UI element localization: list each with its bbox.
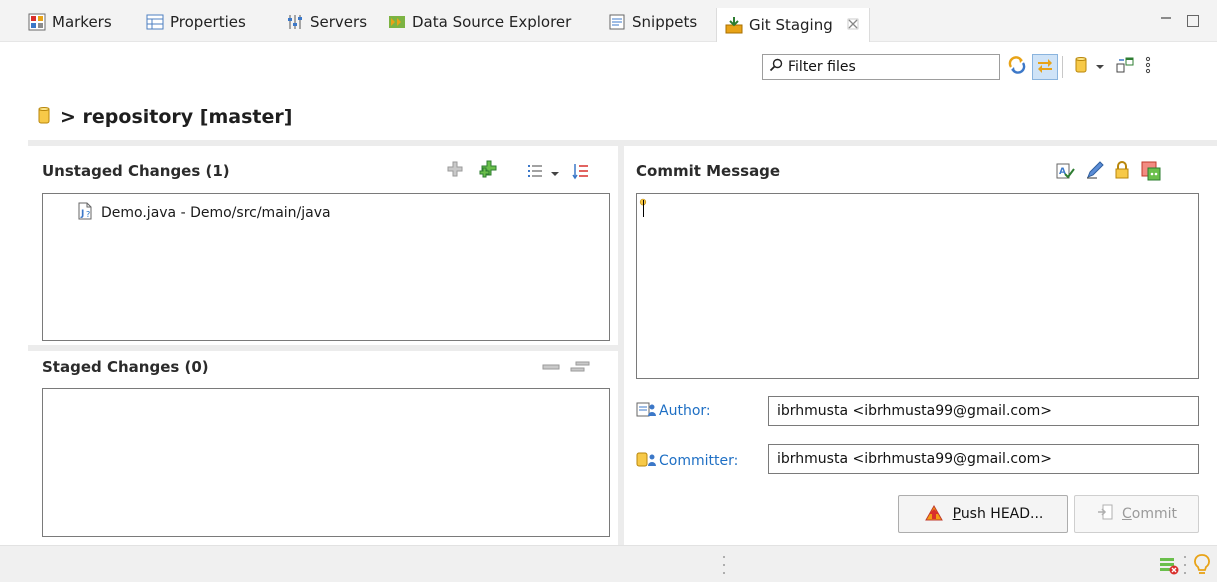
- link-editor-icon: [1035, 55, 1055, 79]
- repository-heading: > repository [master]: [38, 102, 292, 132]
- section-divider: [28, 345, 624, 351]
- spell-check-button[interactable]: A: [1055, 160, 1075, 182]
- add-all-icon: [478, 160, 500, 184]
- sign-commit-button[interactable]: [1114, 160, 1132, 182]
- more-vertical-icon: [1144, 55, 1152, 79]
- markers-icon: [28, 13, 46, 31]
- status-separator: [722, 554, 726, 576]
- svg-text:A: A: [1059, 167, 1066, 177]
- staged-files-list[interactable]: [42, 388, 610, 537]
- refresh-button[interactable]: [1004, 54, 1030, 80]
- stage-all-button[interactable]: [478, 160, 500, 182]
- chevron-down-icon: [1095, 59, 1105, 75]
- tab-markers[interactable]: Markers: [28, 10, 112, 34]
- lock-icon: [1114, 161, 1130, 184]
- svg-text:J: J: [80, 209, 84, 219]
- servers-icon: [286, 13, 304, 31]
- add-signed-off-button[interactable]: [1085, 160, 1105, 182]
- chevron-down-icon: [550, 166, 560, 182]
- remove-all-icon: [570, 361, 590, 378]
- minimize-icon[interactable]: [1159, 14, 1173, 28]
- push-icon: [923, 502, 945, 526]
- tab-properties[interactable]: Properties: [146, 10, 246, 34]
- data-source-icon: [388, 13, 406, 31]
- java-file-icon: J?: [77, 202, 93, 224]
- author-value: ibrhmusta <ibrhmusta99@gmail.com>: [777, 403, 1053, 419]
- commit-message-input[interactable]: [636, 193, 1199, 379]
- change-id-icon: [1140, 161, 1162, 186]
- filter-files-input[interactable]: Filter files: [762, 54, 1000, 80]
- unstage-selected-button[interactable]: [542, 360, 562, 376]
- stage-selected-button[interactable]: [446, 160, 466, 182]
- commit-label: Commit: [1121, 506, 1177, 522]
- tab-label: Properties: [170, 13, 246, 31]
- tab-label: Snippets: [632, 13, 698, 31]
- repository-dropdown[interactable]: [1092, 54, 1108, 80]
- layout-toggle-button[interactable]: [1112, 54, 1138, 80]
- svg-text:?: ?: [86, 210, 90, 219]
- tab-label: Git Staging: [749, 16, 833, 34]
- unstage-all-button[interactable]: [570, 360, 592, 376]
- repository-icon: [38, 105, 50, 130]
- staged-changes-title: Staged Changes (0): [42, 358, 209, 376]
- commit-button[interactable]: Commit: [1074, 495, 1199, 533]
- tab-servers[interactable]: Servers: [286, 10, 367, 34]
- author-field[interactable]: ibrhmusta <ibrhmusta99@gmail.com>: [768, 396, 1199, 426]
- committer-value: ibrhmusta <ibrhmusta99@gmail.com>: [777, 451, 1053, 467]
- push-label: Push HEAD...: [952, 506, 1044, 522]
- sync-icon: [1007, 55, 1027, 79]
- lightbulb-icon[interactable]: [1193, 553, 1211, 577]
- repository-label: > repository [master]: [60, 106, 293, 128]
- commit-icon: [1096, 503, 1114, 525]
- status-bar: [0, 545, 1217, 582]
- sort-button[interactable]: [572, 162, 592, 182]
- push-head-button[interactable]: Push HEAD...: [898, 495, 1068, 533]
- committer-icon: [636, 450, 656, 472]
- layout-icon: [1115, 55, 1135, 79]
- close-icon[interactable]: [847, 16, 859, 34]
- snippets-icon: [608, 13, 626, 31]
- tab-label: Servers: [310, 13, 368, 31]
- sort-icon: [572, 164, 590, 184]
- committer-label: Committer:: [636, 450, 738, 472]
- committer-field[interactable]: ibrhmusta <ibrhmusta99@gmail.com>: [768, 444, 1199, 474]
- file-label: Demo.java - Demo/src/main/java: [101, 205, 331, 221]
- repository-icon: [1073, 55, 1089, 79]
- git-staging-icon: [725, 16, 743, 34]
- tab-label: Markers: [52, 13, 112, 31]
- filter-placeholder: Filter files: [788, 59, 856, 75]
- unstaged-files-list[interactable]: J? Demo.java - Demo/src/main/java: [42, 193, 610, 341]
- author-label: Author:: [636, 400, 711, 422]
- tab-data-source-explorer[interactable]: Data Source Explorer: [388, 10, 571, 34]
- maximize-icon[interactable]: [1186, 14, 1200, 28]
- add-change-id-button[interactable]: [1140, 160, 1162, 182]
- author-icon: [636, 400, 656, 422]
- toolbar-separator: [1062, 56, 1063, 78]
- view-menu-button[interactable]: [1140, 54, 1156, 80]
- search-icon: [769, 58, 783, 76]
- tab-label: Data Source Explorer: [412, 13, 572, 31]
- presentation-button[interactable]: [526, 162, 546, 182]
- view-tab-strip: Markers Properties Servers Data Source E…: [0, 0, 1217, 42]
- text-cursor: [643, 200, 644, 217]
- link-with-selection-button[interactable]: [1032, 54, 1058, 80]
- list-icon: [526, 165, 544, 184]
- pencil-icon: [1085, 161, 1105, 184]
- repository-menu-button[interactable]: [1068, 54, 1094, 80]
- error-log-icon[interactable]: [1158, 554, 1180, 576]
- list-item[interactable]: J? Demo.java - Demo/src/main/java: [77, 202, 331, 224]
- presentation-dropdown[interactable]: [550, 166, 562, 178]
- vertical-sash[interactable]: [618, 146, 624, 545]
- status-separator: [1183, 554, 1187, 576]
- remove-icon: [542, 362, 560, 378]
- spellcheck-icon: A: [1055, 163, 1075, 184]
- tab-git-staging[interactable]: Git Staging: [716, 8, 870, 42]
- unstaged-changes-title: Unstaged Changes (1): [42, 162, 230, 180]
- add-icon: [446, 161, 464, 182]
- properties-icon: [146, 13, 164, 31]
- tab-snippets[interactable]: Snippets: [608, 10, 697, 34]
- commit-message-title: Commit Message: [636, 162, 781, 180]
